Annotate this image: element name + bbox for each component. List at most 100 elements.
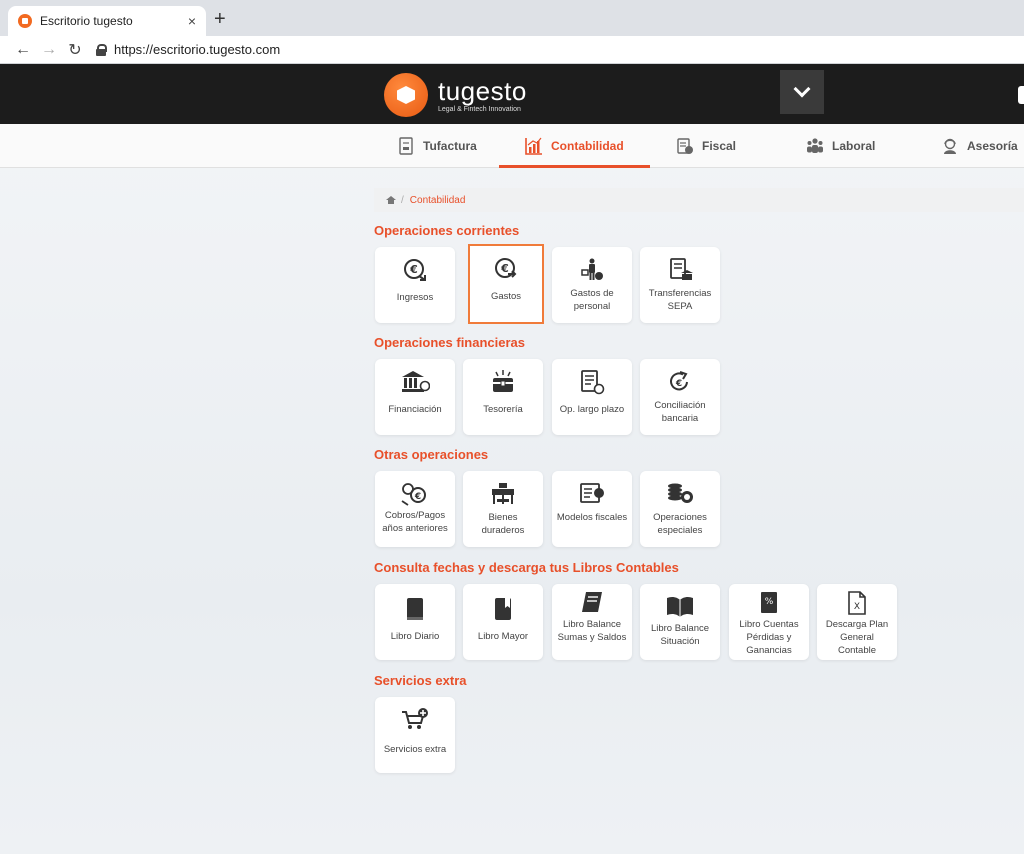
svg-text:X: X bbox=[854, 602, 860, 612]
previous-years-icon: € bbox=[401, 483, 426, 506]
home-icon[interactable] bbox=[386, 196, 396, 204]
tab-label: Laboral bbox=[832, 139, 876, 153]
open-book-icon bbox=[667, 596, 693, 617]
card-op-largo-plazo[interactable]: Op. largo plazo bbox=[552, 359, 632, 435]
tab-tufactura[interactable]: Tufactura bbox=[397, 124, 477, 168]
advisor-icon bbox=[944, 138, 956, 154]
reconcile-icon: € bbox=[670, 371, 688, 391]
card-financiacion[interactable]: Financiación bbox=[375, 359, 455, 435]
people-icon bbox=[807, 138, 823, 153]
svg-text:%: % bbox=[765, 597, 774, 607]
book-tilted-icon bbox=[582, 592, 602, 612]
card-ingresos[interactable]: € Ingresos bbox=[375, 247, 455, 323]
sepa-transfer-icon bbox=[670, 258, 693, 280]
card-servicios-extra[interactable]: Servicios extra bbox=[375, 697, 455, 773]
section-title-otras-operaciones: Otras operaciones bbox=[374, 447, 489, 462]
card-label: Bienes duraderos bbox=[481, 512, 525, 536]
lock-icon bbox=[96, 43, 107, 56]
browser-tab[interactable]: Escritorio tugesto × bbox=[8, 6, 206, 36]
card-conciliacion-bancaria[interactable]: € Conciliación bancaria bbox=[640, 359, 720, 435]
book-icon bbox=[407, 598, 423, 620]
card-libro-balance-situacion[interactable]: Libro Balance Situación bbox=[640, 584, 720, 660]
treasury-chest-icon bbox=[493, 370, 513, 392]
tab-laboral[interactable]: Laboral bbox=[806, 124, 875, 168]
tab-label: Tufactura bbox=[423, 139, 477, 153]
card-label: Transferencias SEPA bbox=[648, 288, 712, 312]
tab-fiscal[interactable]: Fiscal bbox=[676, 124, 736, 168]
address-bar: ← → ↻ https://escritorio.tugesto.com bbox=[0, 36, 1024, 64]
header-menu-button[interactable] bbox=[780, 70, 824, 114]
book-bookmark-icon bbox=[495, 598, 511, 620]
card-label: Descarga Plan General Contable bbox=[825, 619, 889, 656]
tab-contabilidad[interactable]: Contabilidad bbox=[499, 124, 650, 168]
bank-icon bbox=[402, 371, 430, 392]
svg-text:€: € bbox=[414, 492, 421, 502]
chevron-down-icon bbox=[793, 80, 811, 98]
euro-out-icon: € bbox=[495, 258, 517, 278]
card-libro-balance-sumas[interactable]: Libro Balance Sumas y Saldos bbox=[552, 584, 632, 660]
long-term-doc-icon bbox=[581, 370, 605, 395]
card-tesoreria[interactable]: Tesorería bbox=[463, 359, 543, 435]
excel-file-icon: X bbox=[848, 591, 866, 615]
card-cobros-pagos[interactable]: € Cobros/Pagos años anteriores bbox=[375, 471, 455, 547]
card-operaciones-especiales[interactable]: Operaciones especiales bbox=[640, 471, 720, 547]
durable-goods-icon bbox=[492, 483, 514, 504]
card-transferencias-sepa[interactable]: Transferencias SEPA bbox=[640, 247, 720, 323]
tugesto-logo-icon bbox=[384, 73, 428, 117]
cart-plus-icon bbox=[402, 708, 428, 729]
browser-tab-bar: Escritorio tugesto × + bbox=[0, 0, 1024, 36]
header-edge-control[interactable] bbox=[1018, 86, 1024, 104]
back-button[interactable]: ← bbox=[10, 41, 36, 59]
personnel-expense-icon bbox=[581, 258, 603, 280]
module-nav: Tufactura Contabilidad Fiscal Laboral As… bbox=[0, 124, 1024, 168]
breadcrumb-current[interactable]: Contabilidad bbox=[410, 195, 466, 206]
forward-button[interactable]: → bbox=[36, 41, 62, 59]
card-libro-cuentas-pyg[interactable]: % Libro Cuentas Pérdidas y Ganancias bbox=[729, 584, 809, 660]
card-bienes-duraderos[interactable]: Bienes duraderos bbox=[463, 471, 543, 547]
card-label: Operaciones especiales bbox=[653, 512, 707, 536]
tab-label: Asesoría bbox=[967, 139, 1018, 153]
breadcrumb-separator: / bbox=[401, 194, 404, 206]
card-descarga-plan-general[interactable]: X Descarga Plan General Contable bbox=[817, 584, 897, 660]
tab-asesoria[interactable]: Asesoría bbox=[941, 124, 1018, 168]
tax-model-icon bbox=[580, 483, 604, 503]
card-libro-mayor[interactable]: Libro Mayor bbox=[463, 584, 543, 660]
card-label: Libro Diario bbox=[390, 631, 440, 642]
close-tab-icon[interactable]: × bbox=[188, 13, 196, 29]
card-gastos[interactable]: € Gastos bbox=[468, 244, 544, 324]
svg-text:€: € bbox=[409, 263, 418, 276]
card-label: Ingresos bbox=[396, 292, 434, 303]
tugesto-logo[interactable]: tugesto Legal & Fintech Innovation bbox=[384, 73, 527, 117]
card-label: Cobros/Pagos años anteriores bbox=[382, 510, 448, 534]
card-label: Libro Cuentas Pérdidas y Ganancias bbox=[739, 619, 799, 656]
euro-in-icon: € bbox=[404, 259, 426, 281]
coins-icon bbox=[668, 483, 693, 503]
logo-name: tugesto bbox=[438, 75, 527, 106]
tab-title: Escritorio tugesto bbox=[40, 14, 133, 28]
chart-icon bbox=[525, 137, 542, 155]
card-label: Op. largo plazo bbox=[559, 404, 625, 415]
card-label: Financiación bbox=[388, 404, 442, 415]
new-tab-button[interactable]: + bbox=[214, 8, 226, 31]
percent-book-icon: % bbox=[761, 592, 777, 613]
svg-text:€: € bbox=[675, 379, 682, 389]
card-libro-diario[interactable]: Libro Diario bbox=[375, 584, 455, 660]
section-title-operaciones-financieras: Operaciones financieras bbox=[374, 335, 526, 350]
card-label: Modelos fiscales bbox=[556, 512, 628, 523]
section-title-servicios-extra: Servicios extra bbox=[374, 673, 467, 688]
card-label: Libro Balance Sumas y Saldos bbox=[557, 619, 627, 643]
card-label: Conciliación bancaria bbox=[654, 400, 706, 424]
invoice-icon bbox=[399, 137, 413, 155]
section-title-operaciones-corrientes: Operaciones corrientes bbox=[374, 223, 520, 238]
card-label: Tesorería bbox=[483, 404, 523, 415]
card-gastos-personal[interactable]: Gastos de personal bbox=[552, 247, 632, 323]
logo-tagline: Legal & Fintech Innovation bbox=[438, 105, 521, 113]
reload-button[interactable]: ↻ bbox=[62, 40, 88, 60]
card-label: Gastos bbox=[490, 291, 522, 302]
tab-label: Fiscal bbox=[702, 139, 737, 153]
url-field[interactable]: https://escritorio.tugesto.com bbox=[96, 42, 280, 57]
card-modelos-fiscales[interactable]: Modelos fiscales bbox=[552, 471, 632, 547]
url-text: https://escritorio.tugesto.com bbox=[114, 42, 281, 57]
tugesto-favicon-icon bbox=[18, 14, 32, 28]
card-label: Libro Mayor bbox=[477, 631, 529, 642]
